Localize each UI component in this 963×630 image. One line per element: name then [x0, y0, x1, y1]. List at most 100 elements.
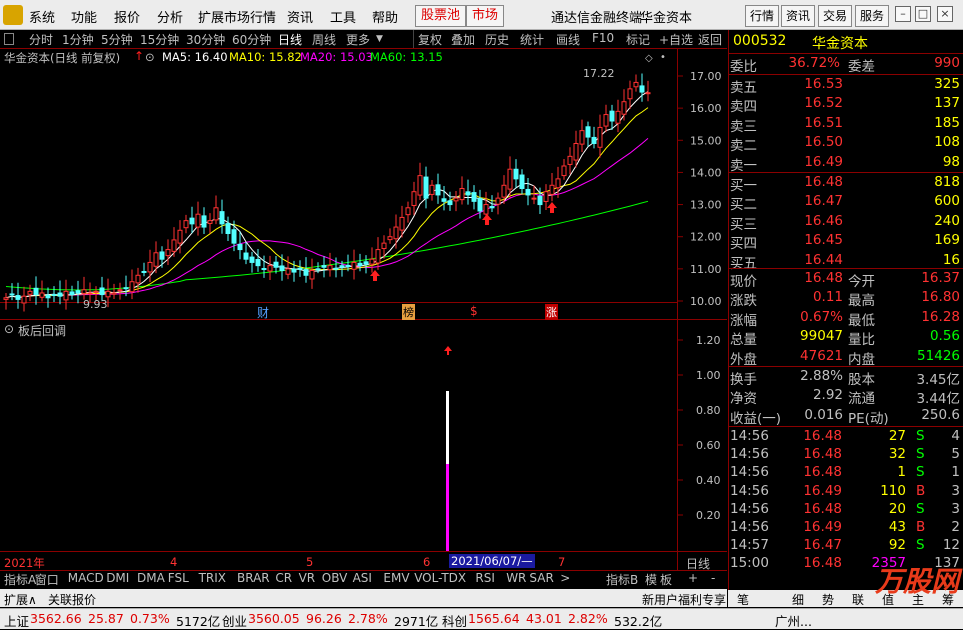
- candle-body: [627, 88, 633, 100]
- maximize-icon[interactable]: □: [915, 6, 931, 22]
- stat-row-1-cell: 0.11: [812, 289, 843, 306]
- service-button[interactable]: 服务: [855, 5, 890, 27]
- trade-button[interactable]: 交易: [818, 5, 853, 27]
- tool-overlay[interactable]: 叠加: [451, 31, 475, 48]
- event-marker-dollar[interactable]: $: [470, 304, 478, 318]
- tick-row-1-cell: 16.48: [803, 446, 842, 463]
- event-marker-rank[interactable]: 榜: [402, 304, 415, 320]
- tool-draw[interactable]: 画线: [556, 31, 580, 48]
- period-more[interactable]: 更多: [346, 31, 370, 48]
- expand-tab[interactable]: 扩展∧: [4, 591, 37, 608]
- indicator-tab-9[interactable]: VR: [299, 571, 316, 585]
- right-tab-related[interactable]: 联: [852, 591, 864, 608]
- board-tab[interactable]: 板: [660, 571, 672, 588]
- indicator-tab-16[interactable]: SAR: [529, 571, 553, 585]
- layout-icon[interactable]: [4, 33, 14, 45]
- module-tab[interactable]: 模: [645, 571, 657, 588]
- minimize-icon[interactable]: –: [895, 6, 911, 22]
- stat-row-2-cell: 涨幅: [730, 312, 757, 329]
- right-tab-detail[interactable]: 细: [792, 591, 804, 608]
- period-5min[interactable]: 5分钟: [101, 31, 133, 48]
- menu-analysis[interactable]: 分析: [157, 7, 183, 26]
- zoom-out-button[interactable]: -: [711, 571, 715, 585]
- indicator-tab-10[interactable]: OBV: [322, 571, 348, 585]
- indicator-tab-8[interactable]: CR: [275, 571, 292, 585]
- period-intraday[interactable]: 分时: [29, 31, 53, 48]
- indicator-tab-17[interactable]: >: [560, 571, 570, 585]
- menu-news[interactable]: 资讯: [287, 7, 313, 26]
- right-tab-trend[interactable]: 势: [822, 591, 834, 608]
- index-1-field-4: 2971亿: [394, 614, 439, 629]
- period-15min[interactable]: 15分钟: [140, 31, 179, 48]
- event-marker-finance[interactable]: 财: [257, 304, 269, 321]
- index-0-field-0[interactable]: 上证: [4, 611, 29, 630]
- candle-body: [405, 207, 411, 216]
- candle-body: [375, 249, 381, 264]
- indicator-tab-4[interactable]: DMA: [137, 571, 165, 585]
- stat-row-4: 外盘 47621 内盘 51426: [728, 348, 963, 368]
- candle-body: [429, 184, 435, 195]
- kline-chart[interactable]: 17.00 16.00 15.00 14.00 13.00 12.00 11.00 10.00…: [0, 48, 727, 570]
- indicator-tab-0[interactable]: 指标A: [4, 571, 36, 588]
- indicator-tab-3[interactable]: DMI: [106, 571, 129, 585]
- related-quotes-tab[interactable]: 关联报价: [48, 591, 96, 608]
- chart-settings-icon[interactable]: ⊙: [145, 50, 155, 64]
- period-30min[interactable]: 30分钟: [186, 31, 225, 48]
- stat2-row-1: 净资 2.92 流通 3.44亿: [728, 387, 963, 407]
- tool-f10[interactable]: F10: [592, 31, 614, 45]
- tool-adjust[interactable]: 复权: [418, 31, 442, 48]
- stock-pool-button[interactable]: 股票池: [415, 5, 467, 27]
- tick-row-3-cell: 110: [880, 482, 906, 499]
- candle-body: [489, 206, 495, 209]
- indicator-tab-12[interactable]: EMV: [383, 571, 409, 585]
- event-marker-limitup[interactable]: 涨: [545, 304, 558, 320]
- menu-system[interactable]: 系统: [29, 7, 55, 26]
- index-2-field-0[interactable]: 科创: [442, 611, 467, 630]
- period-1min[interactable]: 1分钟: [62, 31, 94, 48]
- tool-add-favorite[interactable]: +自选: [659, 31, 693, 48]
- menu-quote[interactable]: 报价: [114, 7, 140, 26]
- period-daily[interactable]: 日线: [278, 31, 302, 48]
- price-tick-label: 14.00: [690, 166, 722, 179]
- new-user-welfare-link[interactable]: 新用户福利专享: [642, 591, 726, 608]
- close-icon[interactable]: ×: [937, 6, 953, 22]
- candle-body: [357, 262, 363, 267]
- indicator-tab-1[interactable]: 窗口: [35, 571, 59, 588]
- news-button[interactable]: 资讯: [781, 5, 816, 27]
- quote-button[interactable]: 行情: [745, 5, 780, 27]
- zoom-in-button[interactable]: +: [688, 571, 698, 585]
- tool-mark[interactable]: 标记: [626, 31, 650, 48]
- more-chevron-icon[interactable]: ▼: [376, 34, 383, 44]
- menu-tools[interactable]: 工具: [330, 7, 356, 26]
- indicator-tab-15[interactable]: WR: [506, 571, 526, 585]
- candle-body: [615, 110, 621, 124]
- menu-function[interactable]: 功能: [71, 7, 97, 26]
- indicator-tab-5[interactable]: FSL: [168, 571, 189, 585]
- stat2-row-2-cell: PE(动): [848, 410, 889, 427]
- period-60min[interactable]: 60分钟: [232, 31, 271, 48]
- indicator-tab-14[interactable]: RSI: [475, 571, 495, 585]
- candle-body: [339, 265, 345, 268]
- tool-back[interactable]: 返回: [698, 31, 722, 48]
- chart-title: 华金资本(日线 前复权): [4, 51, 121, 65]
- candle-body: [87, 292, 93, 295]
- indicator-b-tab[interactable]: 指标B: [606, 571, 638, 588]
- index-1-field-0[interactable]: 创业: [222, 611, 247, 630]
- menu-extended-market[interactable]: 扩展市场行情: [198, 7, 276, 26]
- right-tab-trades[interactable]: 笔: [737, 591, 749, 608]
- tick-row-1: 14:56 16.48 32 S 5: [728, 446, 963, 464]
- menu-help[interactable]: 帮助: [372, 7, 398, 26]
- indicator-tab-7[interactable]: BRAR: [237, 571, 270, 585]
- price-tick-label: 15.00: [690, 134, 722, 147]
- indicator-tab-6[interactable]: TRIX: [199, 571, 226, 585]
- market-button[interactable]: 市场: [466, 5, 505, 27]
- indicator-tab-13[interactable]: VOL-TDX: [414, 571, 466, 585]
- sub-panel-settings-icon[interactable]: ⊙: [4, 322, 14, 336]
- period-weekly[interactable]: 周线: [312, 31, 336, 48]
- bid-row-0-cell: 818: [934, 174, 960, 190]
- indicator-tab-11[interactable]: ASI: [353, 571, 372, 585]
- index-1-field-2: 96.26: [306, 611, 342, 626]
- tool-stats[interactable]: 统计: [520, 31, 544, 48]
- indicator-tab-2[interactable]: MACD: [68, 571, 104, 585]
- tool-history[interactable]: 历史: [485, 31, 509, 48]
